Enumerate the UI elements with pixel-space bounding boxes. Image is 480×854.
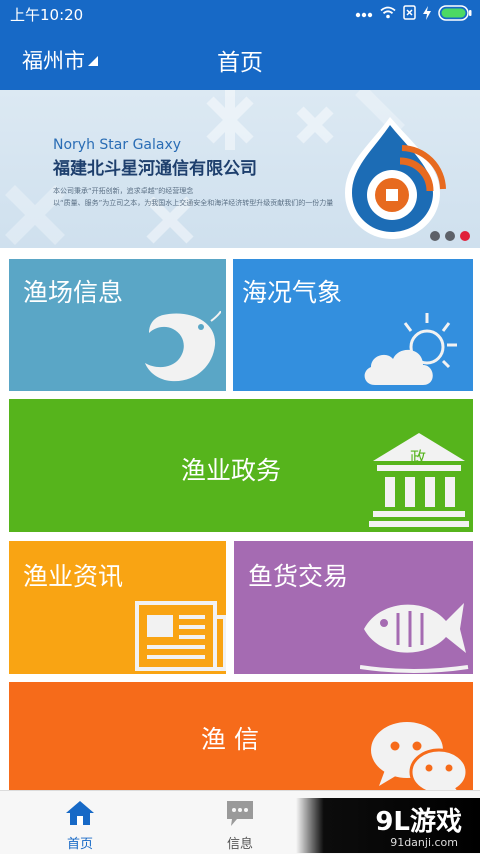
tab-messages-label: 信息 — [226, 837, 253, 852]
tile-government-label: 渔业政务 — [181, 456, 282, 485]
app-bar: 福州市 首页 — [0, 28, 480, 90]
banner-carousel[interactable]: Noryh Star Galaxy 福建北斗星河通信有限公司 本公司秉承“开拓创… — [0, 90, 480, 248]
banner-line-1: 本公司秉承“开拓创新，追求卓越”的经营理念 — [53, 187, 194, 195]
tile-fishing-info[interactable]: 渔场信息 — [9, 259, 226, 391]
tile-trade[interactable]: 鱼货交易 — [234, 541, 473, 674]
battery-icon — [438, 4, 472, 24]
message-icon — [227, 801, 253, 826]
signal-dots-icon — [355, 7, 373, 21]
home-icon — [66, 801, 94, 825]
charging-icon — [423, 5, 431, 23]
tile-weather[interactable]: 海况气象 — [233, 259, 473, 391]
tile-messenger-label: 渔 信 — [201, 725, 259, 754]
tile-weather-label: 海况气象 — [242, 278, 343, 307]
tile-fishing-info-label: 渔场信息 — [23, 278, 124, 307]
status-time: 上午10:20 — [10, 6, 84, 24]
carousel-dot[interactable] — [445, 231, 455, 241]
wifi-icon — [380, 6, 396, 22]
weather-icon — [364, 313, 457, 385]
banner-company-cn: 福建北斗星河通信有限公司 — [53, 159, 257, 179]
banner-company-en: Noryh Star Galaxy — [53, 137, 182, 153]
fish-icon — [360, 603, 469, 673]
carousel-dot[interactable] — [430, 231, 440, 241]
tile-trade-label: 鱼货交易 — [248, 562, 349, 591]
carousel-dot-active[interactable] — [460, 231, 470, 241]
watermark: 9L游戏 91danji.com — [296, 798, 480, 853]
tab-home-label: 首页 — [66, 837, 93, 852]
tab-messages[interactable]: 信息 — [180, 791, 300, 854]
status-bar: 上午10:20 — [0, 0, 480, 28]
tile-government[interactable]: 渔业政务 政 — [9, 399, 473, 532]
banner-line-2: 以“质量、服务”为立司之本，为我国水上交通安全和海洋经济转型升级贡献我们的一份力… — [53, 199, 334, 207]
shrimp-icon — [145, 311, 221, 382]
tab-home[interactable]: 首页 — [20, 791, 140, 854]
carousel-indicators — [430, 231, 470, 241]
watermark-sub: 91danji.com — [390, 836, 458, 849]
tile-news[interactable]: 渔业资讯 — [9, 541, 226, 674]
watermark-main: 9L游戏 — [375, 807, 462, 837]
newspaper-icon — [135, 601, 226, 671]
page-title: 首页 — [217, 50, 263, 76]
tile-messenger[interactable]: 渔 信 — [9, 682, 473, 790]
government-icon-text: 政 — [410, 448, 427, 467]
sim-icon — [403, 5, 416, 23]
tile-news-label: 渔业资讯 — [23, 562, 124, 591]
chat-bubbles-icon — [371, 722, 469, 790]
company-logo-icon — [345, 117, 446, 239]
